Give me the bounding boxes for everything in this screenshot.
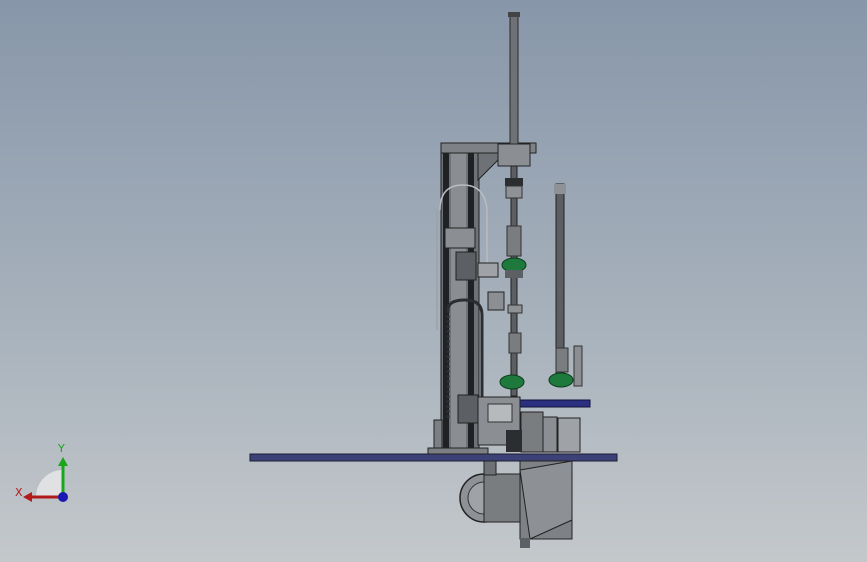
triad-quadrant (36, 470, 63, 497)
triad-y-label: Y (58, 442, 65, 455)
triad-graphic (23, 457, 68, 502)
lead-screw-left (499, 165, 527, 397)
top-rod (508, 12, 520, 145)
motor-assembly (459, 460, 573, 548)
triad-x-label: X (15, 486, 23, 499)
triad-z-axis (58, 492, 68, 502)
triad-x-arrow (23, 492, 32, 502)
cad-viewport[interactable]: Y X (0, 0, 867, 562)
triad-y-arrow (58, 457, 68, 466)
orientation-triad: Y X (12, 440, 78, 510)
lead-screw-right (548, 183, 583, 388)
machine-model[interactable] (0, 0, 867, 562)
base-plate (249, 453, 618, 462)
